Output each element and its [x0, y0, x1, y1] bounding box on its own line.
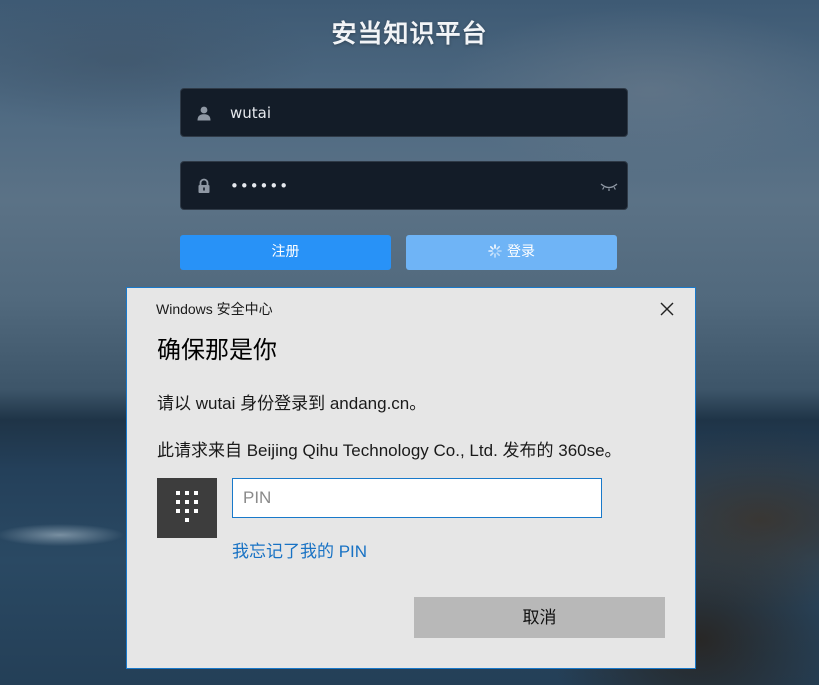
register-button[interactable]: 注册 — [180, 235, 391, 270]
forgot-pin-link[interactable]: 我忘记了我的 PIN — [232, 537, 367, 562]
password-value: •••••• — [230, 177, 290, 195]
login-label: 登录 — [507, 244, 535, 260]
cancel-button[interactable]: 取消 — [414, 597, 665, 638]
dialog-signin-text: 请以 wutai 身份登录到 andang.cn。 — [157, 394, 427, 413]
lock-icon — [198, 178, 210, 193]
dialog-heading: 确保那是你 — [157, 337, 277, 364]
dialog-caption: Windows 安全中心 — [156, 301, 273, 317]
wave-foam — [0, 505, 140, 565]
page-title: 安当知识平台 — [331, 19, 488, 48]
username-value: wutai — [230, 104, 272, 122]
loading-spinner-icon — [488, 244, 502, 258]
password-field[interactable]: •••••• — [180, 161, 628, 210]
user-icon — [197, 106, 211, 121]
register-label: 注册 — [271, 244, 300, 260]
eye-closed-icon[interactable] — [599, 179, 619, 193]
dialog-request-source-text: 此请求来自 Beijing Qihu Technology Co., Ltd. … — [157, 441, 622, 460]
close-icon[interactable] — [655, 297, 679, 321]
login-button[interactable]: 登录 — [406, 235, 617, 270]
windows-security-dialog: Windows 安全中心 确保那是你 请以 wutai 身份登录到 andang… — [126, 287, 696, 669]
keypad-icon — [157, 478, 217, 538]
cancel-label: 取消 — [522, 608, 557, 627]
pin-input[interactable] — [232, 478, 602, 518]
username-field[interactable]: wutai — [180, 88, 628, 137]
